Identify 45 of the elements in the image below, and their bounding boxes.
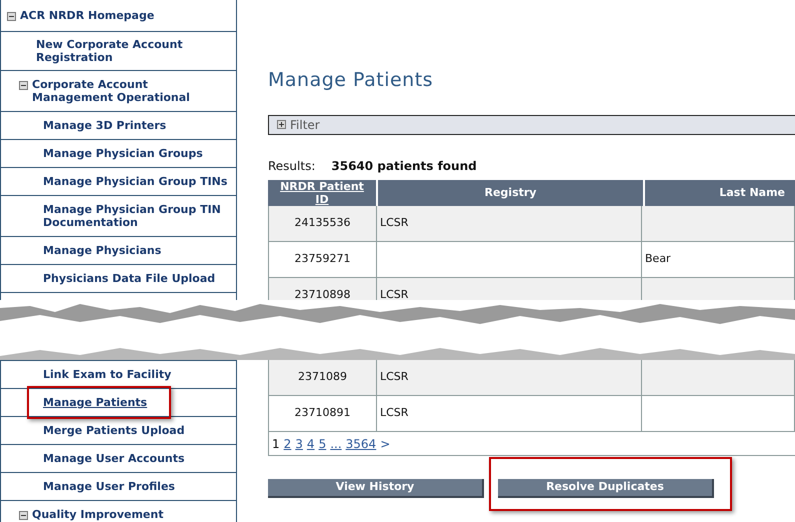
- action-button[interactable]: Resolve Duplicates: [498, 478, 714, 498]
- filter-label: Filter: [290, 116, 320, 134]
- tree-section[interactable]: Quality Improvement: [32, 508, 164, 521]
- nav-link[interactable]: Manage Physician Group TINs: [43, 175, 228, 188]
- nav-link[interactable]: Manage Physicians: [43, 244, 162, 257]
- table-cell: 24135536: [269, 206, 377, 240]
- nav-link[interactable]: Link Exam to Facility: [43, 368, 172, 381]
- page-link[interactable]: 3: [295, 434, 303, 452]
- column-header[interactable]: Last Name: [645, 180, 795, 206]
- nav-link[interactable]: Manage Patients: [43, 396, 148, 409]
- collapse-icon[interactable]: [19, 81, 28, 90]
- nav-link[interactable]: Manage Physician Groups: [43, 147, 203, 160]
- collapse-icon[interactable]: [7, 12, 16, 21]
- page-link[interactable]: 2: [284, 434, 292, 452]
- page-title: Manage Patients: [268, 68, 434, 93]
- column-header[interactable]: NRDR Patient ID: [268, 180, 376, 206]
- expand-icon[interactable]: [277, 120, 286, 129]
- results-count: 35640 patients found: [331, 158, 477, 174]
- tree-section[interactable]: Corporate Account Management Operational: [32, 78, 212, 104]
- table-cell: 23710891: [269, 396, 377, 431]
- results-label: Results:: [268, 158, 316, 174]
- action-button[interactable]: View History: [268, 478, 484, 498]
- nav-link[interactable]: Manage User Accounts: [43, 452, 185, 465]
- table-cell: LCSR: [377, 360, 642, 395]
- table-cell: LCSR: [377, 396, 642, 431]
- table-cell: LCSR: [377, 206, 642, 240]
- collapse-icon[interactable]: [19, 511, 28, 520]
- nav-link[interactable]: Manage User Profiles: [43, 480, 175, 493]
- filter-bar[interactable]: Filter: [268, 114, 795, 134]
- table-cell: Bear: [642, 242, 795, 276]
- page-link[interactable]: 4: [306, 434, 315, 452]
- nav-link[interactable]: Merge Patients Upload: [43, 424, 185, 437]
- page-link[interactable]: 1: [272, 434, 280, 452]
- nav-link[interactable]: New Corporate Account Registration: [36, 38, 236, 64]
- table-cell: 23759271: [269, 242, 377, 276]
- tree-section[interactable]: ACR NRDR Homepage: [20, 9, 154, 22]
- nav-link[interactable]: Physicians Data File Upload: [43, 272, 216, 285]
- nav-link[interactable]: Manage Physician Group TIN Documentation: [43, 203, 236, 229]
- table-cell: 2371089: [269, 360, 377, 395]
- page-link[interactable]: ...: [330, 434, 342, 452]
- next-page-link[interactable]: >: [380, 434, 390, 452]
- page-link[interactable]: 5: [318, 434, 326, 452]
- nav-link[interactable]: Manage 3D Printers: [43, 119, 166, 132]
- column-header[interactable]: Registry: [378, 180, 643, 206]
- page-link[interactable]: 3564: [346, 434, 376, 452]
